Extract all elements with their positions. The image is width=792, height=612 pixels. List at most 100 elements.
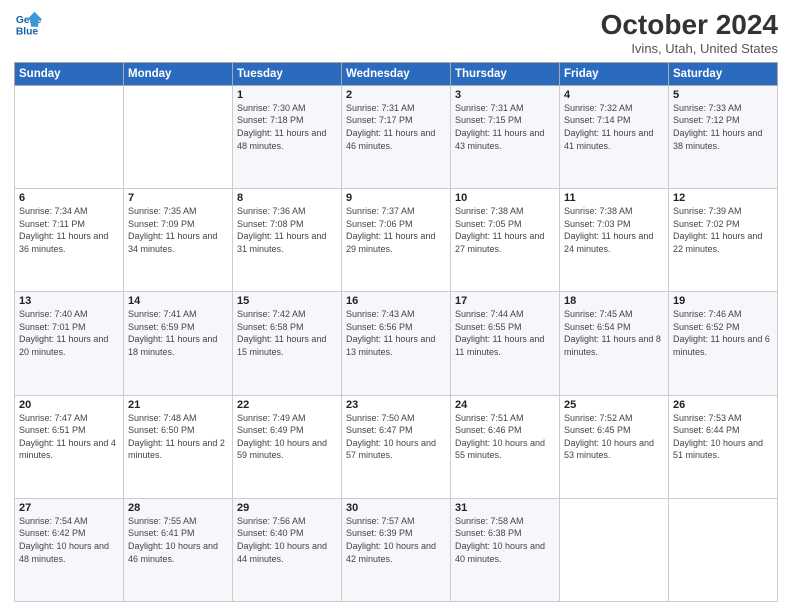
table-row: 23Sunrise: 7:50 AMSunset: 6:47 PMDayligh… bbox=[342, 395, 451, 498]
day-number: 17 bbox=[455, 295, 555, 307]
calendar-table: Sunday Monday Tuesday Wednesday Thursday… bbox=[14, 62, 778, 602]
day-detail: Sunrise: 7:42 AMSunset: 6:58 PMDaylight:… bbox=[237, 308, 337, 358]
day-number: 5 bbox=[673, 89, 773, 101]
table-row: 3Sunrise: 7:31 AMSunset: 7:15 PMDaylight… bbox=[451, 85, 560, 188]
day-number: 3 bbox=[455, 89, 555, 101]
table-row: 5Sunrise: 7:33 AMSunset: 7:12 PMDaylight… bbox=[669, 85, 778, 188]
table-row: 17Sunrise: 7:44 AMSunset: 6:55 PMDayligh… bbox=[451, 292, 560, 395]
day-detail: Sunrise: 7:31 AMSunset: 7:17 PMDaylight:… bbox=[346, 102, 446, 152]
day-detail: Sunrise: 7:56 AMSunset: 6:40 PMDaylight:… bbox=[237, 515, 337, 565]
table-row: 10Sunrise: 7:38 AMSunset: 7:05 PMDayligh… bbox=[451, 189, 560, 292]
header: General Blue October 2024 Ivins, Utah, U… bbox=[14, 10, 778, 56]
day-number: 18 bbox=[564, 295, 664, 307]
day-number: 1 bbox=[237, 89, 337, 101]
day-detail: Sunrise: 7:55 AMSunset: 6:41 PMDaylight:… bbox=[128, 515, 228, 565]
day-detail: Sunrise: 7:45 AMSunset: 6:54 PMDaylight:… bbox=[564, 308, 664, 358]
day-number: 14 bbox=[128, 295, 228, 307]
day-number: 9 bbox=[346, 192, 446, 204]
table-row: 30Sunrise: 7:57 AMSunset: 6:39 PMDayligh… bbox=[342, 498, 451, 601]
title-block: October 2024 Ivins, Utah, United States bbox=[601, 10, 778, 56]
calendar-week-row: 13Sunrise: 7:40 AMSunset: 7:01 PMDayligh… bbox=[15, 292, 778, 395]
day-detail: Sunrise: 7:48 AMSunset: 6:50 PMDaylight:… bbox=[128, 412, 228, 462]
day-number: 4 bbox=[564, 89, 664, 101]
table-row bbox=[669, 498, 778, 601]
day-number: 28 bbox=[128, 502, 228, 514]
day-number: 12 bbox=[673, 192, 773, 204]
day-detail: Sunrise: 7:38 AMSunset: 7:03 PMDaylight:… bbox=[564, 205, 664, 255]
page-container: General Blue October 2024 Ivins, Utah, U… bbox=[0, 0, 792, 612]
day-number: 20 bbox=[19, 399, 119, 411]
table-row: 7Sunrise: 7:35 AMSunset: 7:09 PMDaylight… bbox=[124, 189, 233, 292]
day-number: 26 bbox=[673, 399, 773, 411]
table-row: 12Sunrise: 7:39 AMSunset: 7:02 PMDayligh… bbox=[669, 189, 778, 292]
day-number: 21 bbox=[128, 399, 228, 411]
day-number: 7 bbox=[128, 192, 228, 204]
day-number: 16 bbox=[346, 295, 446, 307]
day-detail: Sunrise: 7:46 AMSunset: 6:52 PMDaylight:… bbox=[673, 308, 773, 358]
svg-text:Blue: Blue bbox=[16, 26, 39, 37]
calendar-week-row: 27Sunrise: 7:54 AMSunset: 6:42 PMDayligh… bbox=[15, 498, 778, 601]
day-detail: Sunrise: 7:47 AMSunset: 6:51 PMDaylight:… bbox=[19, 412, 119, 462]
col-saturday: Saturday bbox=[669, 62, 778, 85]
table-row: 29Sunrise: 7:56 AMSunset: 6:40 PMDayligh… bbox=[233, 498, 342, 601]
table-row: 28Sunrise: 7:55 AMSunset: 6:41 PMDayligh… bbox=[124, 498, 233, 601]
day-number: 15 bbox=[237, 295, 337, 307]
day-detail: Sunrise: 7:40 AMSunset: 7:01 PMDaylight:… bbox=[19, 308, 119, 358]
table-row: 9Sunrise: 7:37 AMSunset: 7:06 PMDaylight… bbox=[342, 189, 451, 292]
logo-icon: General Blue bbox=[14, 10, 42, 38]
table-row bbox=[560, 498, 669, 601]
day-number: 13 bbox=[19, 295, 119, 307]
table-row: 19Sunrise: 7:46 AMSunset: 6:52 PMDayligh… bbox=[669, 292, 778, 395]
day-detail: Sunrise: 7:51 AMSunset: 6:46 PMDaylight:… bbox=[455, 412, 555, 462]
day-detail: Sunrise: 7:33 AMSunset: 7:12 PMDaylight:… bbox=[673, 102, 773, 152]
day-detail: Sunrise: 7:36 AMSunset: 7:08 PMDaylight:… bbox=[237, 205, 337, 255]
day-detail: Sunrise: 7:34 AMSunset: 7:11 PMDaylight:… bbox=[19, 205, 119, 255]
col-wednesday: Wednesday bbox=[342, 62, 451, 85]
day-number: 25 bbox=[564, 399, 664, 411]
table-row: 11Sunrise: 7:38 AMSunset: 7:03 PMDayligh… bbox=[560, 189, 669, 292]
day-detail: Sunrise: 7:39 AMSunset: 7:02 PMDaylight:… bbox=[673, 205, 773, 255]
day-number: 10 bbox=[455, 192, 555, 204]
day-detail: Sunrise: 7:35 AMSunset: 7:09 PMDaylight:… bbox=[128, 205, 228, 255]
table-row: 15Sunrise: 7:42 AMSunset: 6:58 PMDayligh… bbox=[233, 292, 342, 395]
col-monday: Monday bbox=[124, 62, 233, 85]
day-number: 22 bbox=[237, 399, 337, 411]
table-row: 16Sunrise: 7:43 AMSunset: 6:56 PMDayligh… bbox=[342, 292, 451, 395]
day-number: 2 bbox=[346, 89, 446, 101]
table-row: 13Sunrise: 7:40 AMSunset: 7:01 PMDayligh… bbox=[15, 292, 124, 395]
table-row: 20Sunrise: 7:47 AMSunset: 6:51 PMDayligh… bbox=[15, 395, 124, 498]
calendar-week-row: 1Sunrise: 7:30 AMSunset: 7:18 PMDaylight… bbox=[15, 85, 778, 188]
day-detail: Sunrise: 7:53 AMSunset: 6:44 PMDaylight:… bbox=[673, 412, 773, 462]
col-sunday: Sunday bbox=[15, 62, 124, 85]
day-detail: Sunrise: 7:37 AMSunset: 7:06 PMDaylight:… bbox=[346, 205, 446, 255]
calendar-week-row: 20Sunrise: 7:47 AMSunset: 6:51 PMDayligh… bbox=[15, 395, 778, 498]
calendar-header-row: Sunday Monday Tuesday Wednesday Thursday… bbox=[15, 62, 778, 85]
day-number: 29 bbox=[237, 502, 337, 514]
page-subtitle: Ivins, Utah, United States bbox=[601, 41, 778, 56]
day-detail: Sunrise: 7:30 AMSunset: 7:18 PMDaylight:… bbox=[237, 102, 337, 152]
day-number: 27 bbox=[19, 502, 119, 514]
day-number: 8 bbox=[237, 192, 337, 204]
table-row: 4Sunrise: 7:32 AMSunset: 7:14 PMDaylight… bbox=[560, 85, 669, 188]
col-tuesday: Tuesday bbox=[233, 62, 342, 85]
day-number: 30 bbox=[346, 502, 446, 514]
day-detail: Sunrise: 7:44 AMSunset: 6:55 PMDaylight:… bbox=[455, 308, 555, 358]
day-detail: Sunrise: 7:38 AMSunset: 7:05 PMDaylight:… bbox=[455, 205, 555, 255]
col-friday: Friday bbox=[560, 62, 669, 85]
day-detail: Sunrise: 7:58 AMSunset: 6:38 PMDaylight:… bbox=[455, 515, 555, 565]
table-row: 14Sunrise: 7:41 AMSunset: 6:59 PMDayligh… bbox=[124, 292, 233, 395]
table-row: 25Sunrise: 7:52 AMSunset: 6:45 PMDayligh… bbox=[560, 395, 669, 498]
day-detail: Sunrise: 7:54 AMSunset: 6:42 PMDaylight:… bbox=[19, 515, 119, 565]
table-row: 21Sunrise: 7:48 AMSunset: 6:50 PMDayligh… bbox=[124, 395, 233, 498]
day-detail: Sunrise: 7:50 AMSunset: 6:47 PMDaylight:… bbox=[346, 412, 446, 462]
day-detail: Sunrise: 7:41 AMSunset: 6:59 PMDaylight:… bbox=[128, 308, 228, 358]
table-row: 22Sunrise: 7:49 AMSunset: 6:49 PMDayligh… bbox=[233, 395, 342, 498]
table-row: 2Sunrise: 7:31 AMSunset: 7:17 PMDaylight… bbox=[342, 85, 451, 188]
table-row bbox=[15, 85, 124, 188]
day-number: 23 bbox=[346, 399, 446, 411]
table-row: 18Sunrise: 7:45 AMSunset: 6:54 PMDayligh… bbox=[560, 292, 669, 395]
col-thursday: Thursday bbox=[451, 62, 560, 85]
day-number: 19 bbox=[673, 295, 773, 307]
table-row: 27Sunrise: 7:54 AMSunset: 6:42 PMDayligh… bbox=[15, 498, 124, 601]
logo: General Blue bbox=[14, 10, 42, 38]
